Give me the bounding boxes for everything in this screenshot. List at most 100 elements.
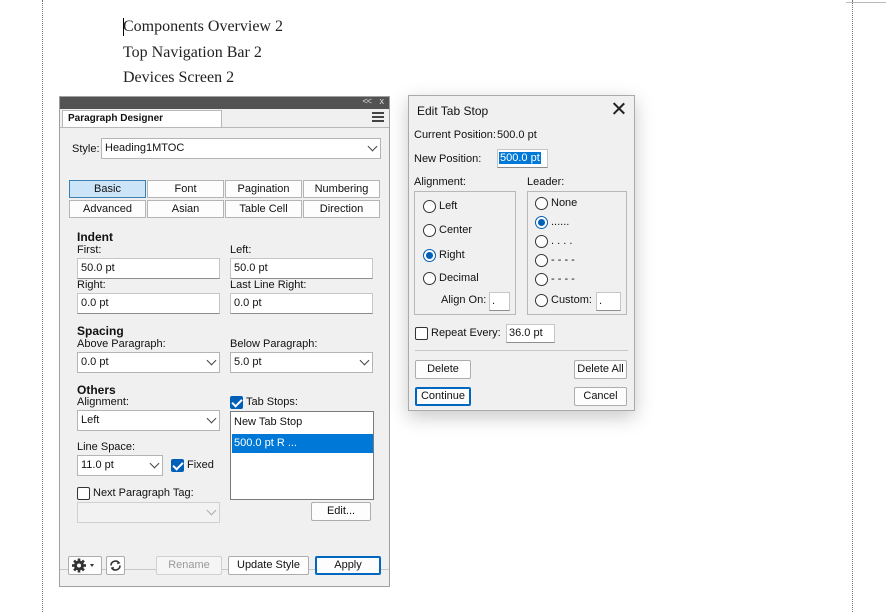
tab-stops-list[interactable]: New Tab Stop 500.0 pt R ...: [230, 411, 374, 500]
page-corner-mark: [846, 0, 886, 3]
doc-line-devices-screen[interactable]: Devices Screen 2: [123, 69, 234, 87]
tab-font[interactable]: Font: [147, 180, 224, 198]
alignment-label: Alignment:: [77, 396, 129, 408]
chevron-down-icon: [206, 413, 217, 424]
repeat-every-field[interactable]: 36.0 pt: [506, 324, 555, 343]
leader-custom-field[interactable]: .: [596, 292, 621, 311]
collapse-panel-icon[interactable]: <<: [362, 96, 371, 106]
chevron-down-icon: [359, 355, 370, 366]
cancel-button[interactable]: Cancel: [574, 387, 627, 406]
apply-button[interactable]: Apply: [315, 556, 381, 575]
last-line-right-field[interactable]: 0.0 pt: [230, 293, 373, 314]
line-space-dropdown[interactable]: 11.0 pt: [77, 455, 163, 476]
first-indent-label: First:: [77, 244, 102, 256]
next-paragraph-tag-checkbox[interactable]: [77, 487, 90, 500]
new-position-field[interactable]: 500.0 pt: [497, 149, 548, 168]
tab-asian[interactable]: Asian: [147, 200, 224, 218]
line-space-value: 11.0 pt: [81, 459, 114, 471]
delete-button[interactable]: Delete: [415, 360, 471, 379]
leader-custom-label: Custom:: [551, 294, 592, 306]
chevron-down-icon: [206, 355, 217, 366]
style-value: Heading1MTOC: [105, 142, 185, 154]
leader-custom-radio[interactable]: [535, 294, 548, 307]
chevron-down-icon: [149, 458, 160, 469]
tab-direction[interactable]: Direction: [303, 200, 380, 218]
tab-advanced[interactable]: Advanced: [69, 200, 146, 218]
leader-dashes-label: - - - -: [551, 254, 575, 266]
leader-none-label: None: [551, 197, 578, 209]
style-dropdown[interactable]: Heading1MTOC: [101, 138, 381, 159]
others-heading: Others: [77, 383, 116, 397]
fixed-label: Fixed: [187, 459, 214, 471]
tab-numbering[interactable]: Numbering: [303, 180, 380, 198]
current-position-value: 500.0 pt: [497, 129, 537, 141]
tab-stops-checkbox[interactable]: [230, 396, 243, 409]
align-center-label: Center: [439, 224, 473, 236]
new-position-label: New Position:: [414, 153, 482, 165]
align-center-radio[interactable]: [423, 224, 436, 237]
first-indent-field[interactable]: 50.0 pt: [77, 258, 220, 279]
alignment-dropdown[interactable]: Left: [77, 410, 220, 431]
align-left-label: Left: [439, 200, 458, 212]
next-paragraph-tag-label: Next Paragraph Tag:: [93, 487, 194, 499]
below-paragraph-dropdown[interactable]: 5.0 pt: [230, 352, 373, 373]
above-paragraph-value: 0.0 pt: [81, 356, 109, 368]
edit-tab-stop-button[interactable]: Edit...: [311, 502, 371, 521]
dialog-title: Edit Tab Stop: [417, 104, 489, 118]
align-decimal-radio[interactable]: [423, 272, 436, 285]
above-paragraph-dropdown[interactable]: 0.0 pt: [77, 352, 220, 373]
align-decimal-label: Decimal: [439, 272, 479, 284]
dialog-separator: [415, 350, 628, 351]
tab-table-cell[interactable]: Table Cell: [225, 200, 302, 218]
right-indent-label: Right:: [77, 279, 106, 291]
close-panel-icon[interactable]: x: [380, 96, 385, 106]
update-style-button[interactable]: Update Style: [228, 556, 309, 575]
leader-dots-radio[interactable]: [535, 216, 548, 229]
right-indent-field[interactable]: 0.0 pt: [77, 293, 220, 314]
rename-button[interactable]: Rename: [156, 556, 222, 575]
leader-group-label: Leader:: [527, 176, 565, 188]
fixed-checkbox[interactable]: [171, 459, 184, 472]
panel-body: Style: Heading1MTOC Basic Font Paginatio…: [60, 127, 389, 586]
page-left-border: [42, 0, 43, 612]
next-paragraph-tag-dropdown[interactable]: [77, 502, 220, 523]
settings-menu-button[interactable]: [68, 556, 102, 575]
refresh-icon: [110, 560, 121, 571]
align-right-radio[interactable]: [423, 249, 436, 262]
tab-basic[interactable]: Basic: [69, 180, 146, 198]
doc-line-top-navigation-bar[interactable]: Top Navigation Bar 2: [123, 44, 262, 62]
tab-stops-label: Tab Stops:: [246, 396, 298, 408]
close-icon[interactable]: [612, 101, 626, 115]
repeat-every-label: Repeat Every:: [431, 327, 501, 339]
alignment-group-label: Alignment:: [414, 176, 466, 188]
doc-line-components-overview[interactable]: Components Overview 2: [123, 18, 283, 36]
panel-grip-bar[interactable]: << x: [60, 96, 389, 109]
refresh-button[interactable]: [106, 556, 125, 575]
list-item[interactable]: New Tab Stop: [232, 413, 373, 432]
paragraph-designer-panel: << x Paragraph Designer Style: Heading1M…: [59, 96, 390, 587]
repeat-every-checkbox[interactable]: [415, 327, 428, 340]
left-indent-field[interactable]: 50.0 pt: [230, 258, 373, 279]
leader-dashes-radio[interactable]: [535, 254, 548, 267]
leader-dots-label: ......: [551, 216, 570, 228]
leader-none-radio[interactable]: [535, 197, 548, 210]
panel-menu-icon[interactable]: [372, 112, 384, 122]
left-indent-label: Left:: [230, 244, 252, 256]
gear-icon: [72, 558, 94, 573]
panel-tab-paragraph-designer[interactable]: Paragraph Designer: [62, 110, 222, 127]
below-paragraph-label: Below Paragraph:: [230, 338, 318, 350]
leader-spaced-dashes-label: - - - -: [551, 273, 575, 285]
align-left-radio[interactable]: [423, 200, 436, 213]
align-right-label: Right: [439, 249, 465, 261]
delete-all-button[interactable]: Delete All: [574, 360, 627, 379]
align-on-field[interactable]: .: [489, 292, 510, 311]
continue-button[interactable]: Continue: [415, 387, 471, 406]
leader-spaced-dashes-radio[interactable]: [535, 273, 548, 286]
leader-spaced-dots-radio[interactable]: [535, 235, 548, 248]
new-position-value: 500.0 pt: [499, 152, 541, 164]
last-line-right-label: Last Line Right:: [230, 279, 307, 291]
spacing-heading: Spacing: [77, 324, 124, 338]
alignment-value: Left: [81, 414, 100, 426]
tab-pagination[interactable]: Pagination: [225, 180, 302, 198]
list-item[interactable]: 500.0 pt R ...: [232, 434, 373, 453]
